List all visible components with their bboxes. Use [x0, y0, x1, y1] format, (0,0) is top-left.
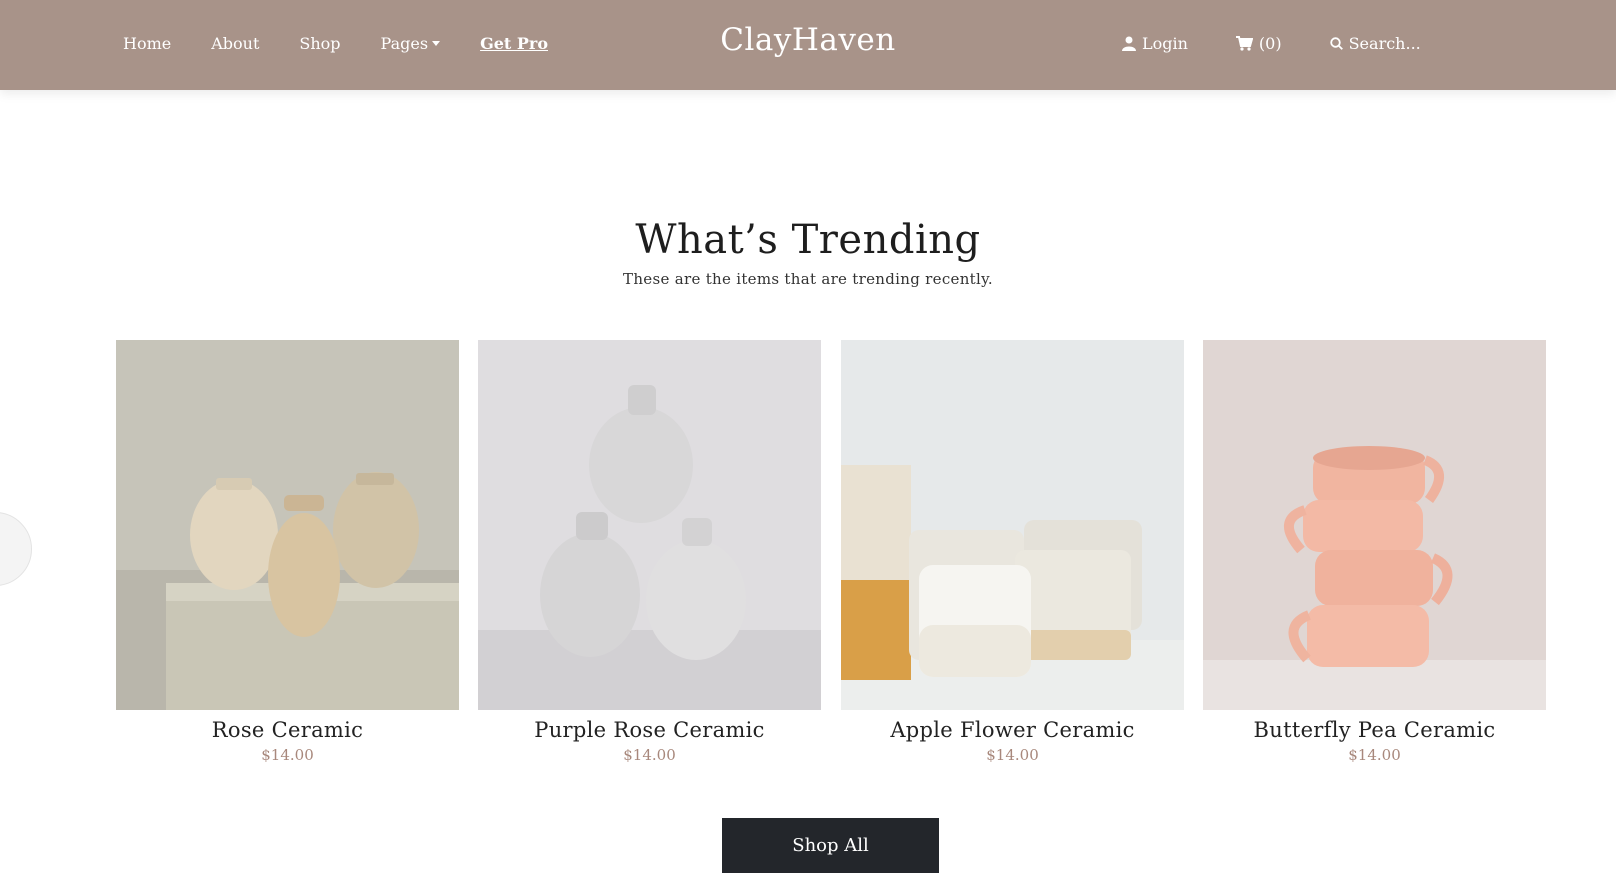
- login-link[interactable]: Login: [1122, 34, 1188, 53]
- top-navbar: Home About Shop Pages Get Pro ClayHaven …: [0, 0, 1616, 90]
- product-card[interactable]: Apple Flower Ceramic $14.00: [841, 340, 1184, 764]
- shop-all-button[interactable]: Shop All: [722, 818, 939, 873]
- carousel-prev-button[interactable]: [0, 512, 32, 586]
- user-icon: [1122, 36, 1136, 51]
- cart-link[interactable]: (0): [1235, 34, 1282, 53]
- product-price: $14.00: [261, 746, 314, 764]
- product-image[interactable]: [478, 340, 821, 710]
- section-subtitle: These are the items that are trending re…: [623, 270, 993, 288]
- product-card[interactable]: Rose Ceramic $14.00: [116, 340, 459, 764]
- product-image[interactable]: [841, 340, 1184, 710]
- product-image[interactable]: [1203, 340, 1546, 710]
- section-title: What’s Trending: [635, 217, 981, 263]
- product-name[interactable]: Butterfly Pea Ceramic: [1203, 718, 1546, 742]
- login-label: Login: [1142, 34, 1188, 53]
- product-name[interactable]: Apple Flower Ceramic: [841, 718, 1184, 742]
- cart-icon: [1235, 36, 1253, 51]
- cart-count: (0): [1258, 34, 1282, 53]
- product-name[interactable]: Purple Rose Ceramic: [478, 718, 821, 742]
- user-nav: Login (0) Search...: [1122, 34, 1469, 53]
- product-image[interactable]: [116, 340, 459, 710]
- product-card[interactable]: Butterfly Pea Ceramic $14.00: [1203, 340, 1546, 764]
- search-trigger[interactable]: Search...: [1329, 34, 1421, 53]
- product-name[interactable]: Rose Ceramic: [116, 718, 459, 742]
- search-icon: [1329, 37, 1343, 50]
- product-price: $14.00: [623, 746, 676, 764]
- product-price: $14.00: [986, 746, 1039, 764]
- search-placeholder: Search...: [1348, 34, 1421, 53]
- product-card[interactable]: Purple Rose Ceramic $14.00: [478, 340, 821, 764]
- product-price: $14.00: [1348, 746, 1401, 764]
